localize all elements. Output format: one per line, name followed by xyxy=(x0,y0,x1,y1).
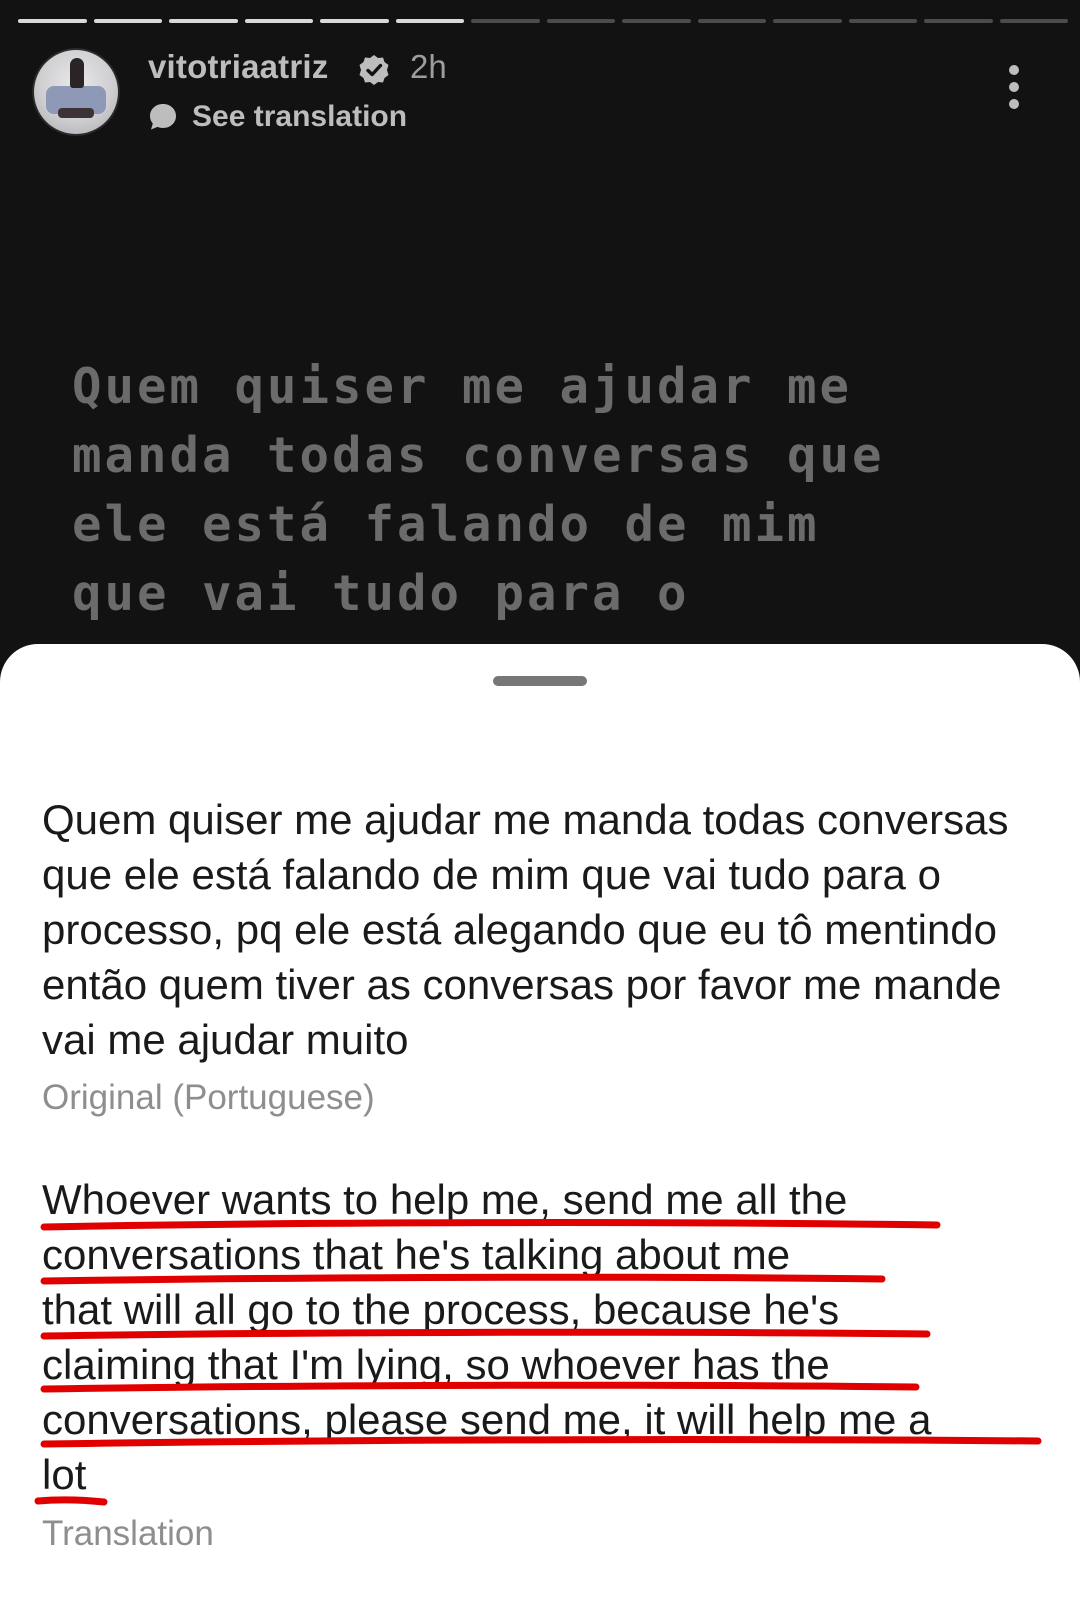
story-progress-segment xyxy=(999,19,1068,23)
story-progress-segment xyxy=(18,19,87,23)
verified-badge-icon xyxy=(359,55,389,85)
translated-text-line: conversations that he's talking about me xyxy=(42,1231,791,1278)
story-viewer[interactable]: vitotriaatriz 2h See translation Quem qu… xyxy=(0,0,1080,700)
story-progress-bar xyxy=(18,19,1068,23)
more-options-icon[interactable] xyxy=(1004,64,1024,110)
sheet-drag-handle[interactable] xyxy=(493,676,587,686)
story-progress-segment xyxy=(697,19,766,23)
translation-sheet[interactable]: Quem quiser me ajudar me manda todas con… xyxy=(0,644,1080,1620)
story-progress-segment xyxy=(773,19,842,23)
story-progress-segment xyxy=(320,19,389,23)
story-progress-segment xyxy=(93,19,162,23)
story-progress-segment xyxy=(622,19,691,23)
story-progress-segment xyxy=(244,19,313,23)
story-progress-segment xyxy=(546,19,615,23)
original-text: Quem quiser me ajudar me manda todas con… xyxy=(42,796,1009,1063)
translated-text-line: lot xyxy=(42,1451,87,1498)
story-progress-segment xyxy=(169,19,238,23)
translated-text: Whoever wants to help me, send me all th… xyxy=(42,1172,1052,1502)
translated-text-line: that will all go to the process, because… xyxy=(42,1286,840,1333)
post-time: 2h xyxy=(410,48,447,85)
story-progress-segment xyxy=(471,19,540,23)
translate-bubble-icon xyxy=(150,104,176,130)
story-text-line: Quem quiser me ajudar me xyxy=(72,358,853,415)
story-text-line: manda todas conversas que xyxy=(72,427,885,484)
original-language-label: Original (Portuguese) xyxy=(42,1078,375,1117)
story-progress-segment xyxy=(848,19,917,23)
username[interactable]: vitotriaatriz xyxy=(148,48,328,86)
avatar[interactable] xyxy=(32,48,120,136)
translated-text-line: conversations, please send me, it will h… xyxy=(42,1396,932,1443)
see-translation-button[interactable]: See translation xyxy=(148,100,407,134)
story-text: Quem quiser me ajudar me manda todas con… xyxy=(72,352,1032,628)
story-text-line: ele está falando de mim xyxy=(72,496,820,553)
translated-text-line: Whoever wants to help me, send me all th… xyxy=(42,1176,848,1223)
story-progress-segment xyxy=(924,19,993,23)
see-translation-label: See translation xyxy=(192,100,408,133)
translation-label: Translation xyxy=(42,1514,214,1553)
story-text-line: que vai tudo para o xyxy=(72,565,690,622)
story-progress-segment xyxy=(395,19,464,23)
translated-text-line: claiming that I'm lying, so whoever has … xyxy=(42,1341,830,1388)
